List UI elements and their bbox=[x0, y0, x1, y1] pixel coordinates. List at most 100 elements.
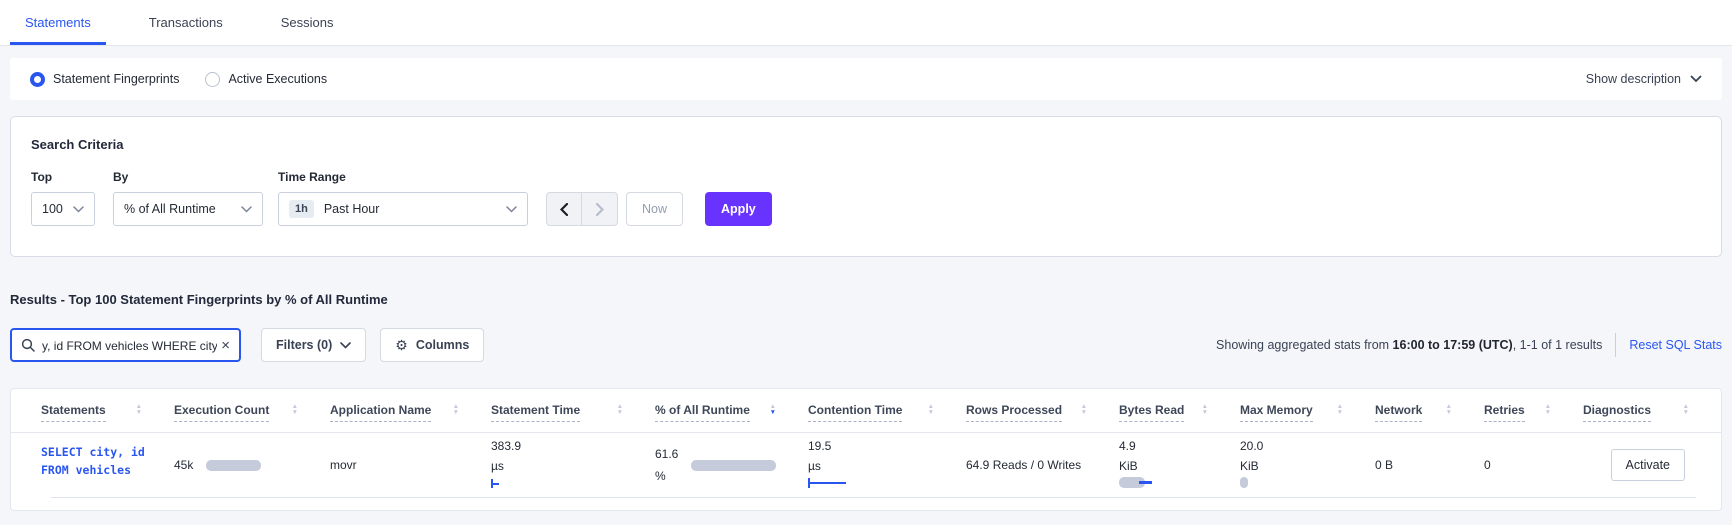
bytes-read-unit: KiB bbox=[1119, 459, 1138, 473]
network-value: 0 B bbox=[1375, 458, 1394, 472]
application-name-value: movr bbox=[330, 458, 357, 472]
statement-time-value: 383.9 bbox=[491, 439, 522, 453]
time-range-value: Past Hour bbox=[323, 202, 380, 216]
search-icon bbox=[21, 338, 35, 352]
tab-bar: Statements Transactions Sessions bbox=[0, 0, 1732, 46]
execution-count-bar bbox=[206, 459, 262, 471]
pct-runtime-unit: % bbox=[655, 469, 666, 483]
max-memory-bar bbox=[1240, 477, 1248, 488]
col-header-max-memory[interactable]: Max Memory ▲ ▼ bbox=[1240, 403, 1375, 422]
sort-icon[interactable]: ▲ ▼ bbox=[1446, 404, 1452, 415]
sort-icon[interactable]: ▲ ▼ bbox=[617, 404, 623, 415]
col-header-diagnostics[interactable]: Diagnostics ▲ ▼ bbox=[1583, 403, 1721, 422]
col-header-rows-processed[interactable]: Rows Processed ▲ ▼ bbox=[966, 403, 1119, 422]
col-header-bytes-read[interactable]: Bytes Read ▲ ▼ bbox=[1119, 403, 1240, 422]
activate-diagnostics-button[interactable]: Activate bbox=[1610, 449, 1685, 481]
sort-icon[interactable]: ▲ ▼ bbox=[1545, 404, 1551, 415]
max-memory-cell: 20.0 KiB bbox=[1240, 433, 1375, 497]
results-toolbar: y, id FROM vehicles WHERE city = $1 × Fi… bbox=[10, 328, 1722, 362]
contention-time-unit: µs bbox=[808, 459, 821, 473]
time-range-label: Time Range bbox=[278, 170, 346, 184]
time-range-badge: 1h bbox=[289, 200, 314, 218]
time-range-nav bbox=[546, 192, 618, 226]
execution-count-value: 45k bbox=[174, 458, 194, 472]
aggregated-stats-text: Showing aggregated stats from 16:00 to 1… bbox=[1216, 338, 1603, 352]
sort-icon[interactable]: ▲ ▼ bbox=[1683, 404, 1689, 415]
max-memory-value: 20.0 bbox=[1240, 439, 1264, 453]
search-input-value: y, id FROM vehicles WHERE city = $1 bbox=[42, 338, 218, 353]
application-name-cell: movr bbox=[330, 433, 491, 497]
chevron-down-icon bbox=[241, 205, 252, 213]
col-header-execution-count[interactable]: Execution Count ▲ ▼ bbox=[174, 403, 330, 422]
table-header-row: Statements ▲ ▼ Execution Count ▲ ▼ Applica… bbox=[11, 389, 1721, 433]
sort-icon[interactable]: ▲ ▼ bbox=[1337, 404, 1343, 415]
vertical-divider bbox=[1615, 333, 1617, 357]
statement-time-cell: 383.9 µs bbox=[491, 433, 655, 497]
radio-unselected-icon[interactable] bbox=[205, 71, 221, 87]
columns-button-label: Columns bbox=[415, 338, 470, 352]
sort-icon[interactable]: ▲ ▼ bbox=[928, 404, 934, 415]
by-field: By % of All Runtime bbox=[95, 170, 263, 226]
contention-time-cell: 19.5 µs bbox=[808, 433, 966, 497]
top-select[interactable]: 100 bbox=[31, 192, 95, 226]
search-criteria-title: Search Criteria bbox=[31, 137, 124, 152]
radio-selected-icon[interactable] bbox=[30, 71, 45, 87]
sort-icon[interactable]: ▲ ▼ bbox=[292, 404, 298, 415]
col-header-retries[interactable]: Retries ▲ ▼ bbox=[1484, 403, 1583, 422]
execution-count-cell: 45k bbox=[174, 433, 330, 497]
filters-button-label: Filters (0) bbox=[276, 338, 333, 352]
clear-search-icon[interactable]: × bbox=[221, 338, 230, 353]
tab-statements[interactable]: Statements bbox=[10, 0, 106, 45]
col-header-statements[interactable]: Statements ▲ ▼ bbox=[41, 403, 174, 422]
chevron-left-icon bbox=[560, 202, 568, 216]
by-label: By bbox=[113, 170, 129, 184]
col-header-application-name[interactable]: Application Name ▲ ▼ bbox=[330, 403, 491, 422]
reset-sql-stats-link[interactable]: Reset SQL Stats bbox=[1629, 338, 1722, 352]
show-description-toggle[interactable]: Show description bbox=[1586, 72, 1702, 86]
diagnostics-cell: Activate bbox=[1583, 433, 1721, 497]
network-cell: 0 B bbox=[1375, 433, 1484, 497]
col-header-pct-of-all-runtime[interactable]: % of All Runtime ▲ ▼ bbox=[655, 403, 808, 422]
top-field: Top 100 bbox=[31, 170, 95, 226]
row-divider bbox=[51, 497, 1696, 498]
sort-icon[interactable]: ▲ ▼ bbox=[453, 404, 459, 415]
chevron-right-icon bbox=[595, 202, 604, 216]
tab-transactions[interactable]: Transactions bbox=[134, 0, 238, 45]
time-range-select[interactable]: 1h Past Hour bbox=[278, 192, 528, 226]
chevron-down-icon bbox=[506, 205, 517, 213]
filters-button[interactable]: Filters (0) bbox=[261, 328, 367, 362]
statement-fingerprint-link[interactable]: SELECT city, id FROM vehicles bbox=[41, 441, 145, 480]
apply-button[interactable]: Apply bbox=[705, 192, 772, 226]
previous-time-range-button[interactable] bbox=[547, 193, 582, 225]
columns-button[interactable]: ⚙ Columns bbox=[380, 328, 485, 362]
pct-runtime-value: 61.6 bbox=[655, 446, 679, 461]
view-toggle-bar: Statement Fingerprints Active Executions… bbox=[10, 58, 1722, 100]
top-label: Top bbox=[31, 170, 53, 184]
contention-time-bar bbox=[808, 478, 848, 488]
statement-cell: SELECT city, id FROM vehicles bbox=[41, 433, 174, 497]
bytes-read-bar bbox=[1119, 477, 1153, 488]
sort-icon-active-desc[interactable]: ▲ ▼ bbox=[770, 404, 776, 415]
results-heading: Results - Top 100 Statement Fingerprints… bbox=[10, 292, 388, 307]
radio-active-executions[interactable]: Active Executions bbox=[205, 71, 327, 87]
top-select-value: 100 bbox=[42, 202, 63, 216]
tab-sessions[interactable]: Sessions bbox=[266, 0, 349, 45]
col-header-statement-time[interactable]: Statement Time ▲ ▼ bbox=[491, 403, 655, 422]
bytes-read-value: 4.9 bbox=[1119, 439, 1136, 453]
now-button[interactable]: Now bbox=[626, 192, 684, 226]
results-table: Statements ▲ ▼ Execution Count ▲ ▼ Applica… bbox=[10, 388, 1722, 511]
statement-time-unit: µs bbox=[491, 459, 504, 473]
next-time-range-button[interactable] bbox=[582, 193, 617, 225]
sort-icon[interactable]: ▲ ▼ bbox=[136, 404, 142, 415]
radio-label: Statement Fingerprints bbox=[53, 72, 180, 86]
by-select[interactable]: % of All Runtime bbox=[113, 192, 263, 226]
search-input[interactable]: y, id FROM vehicles WHERE city = $1 × bbox=[10, 328, 241, 362]
sort-icon[interactable]: ▲ ▼ bbox=[1202, 404, 1208, 415]
sort-icon[interactable]: ▲ ▼ bbox=[1081, 404, 1087, 415]
rows-processed-value: 64.9 Reads / 0 Writes bbox=[966, 458, 1082, 472]
statement-time-bar bbox=[491, 479, 501, 488]
radio-statement-fingerprints[interactable]: Statement Fingerprints bbox=[30, 71, 180, 87]
col-header-contention-time[interactable]: Contention Time ▲ ▼ bbox=[808, 403, 966, 422]
bytes-read-cell: 4.9 KiB bbox=[1119, 433, 1240, 497]
col-header-network[interactable]: Network ▲ ▼ bbox=[1375, 403, 1484, 422]
